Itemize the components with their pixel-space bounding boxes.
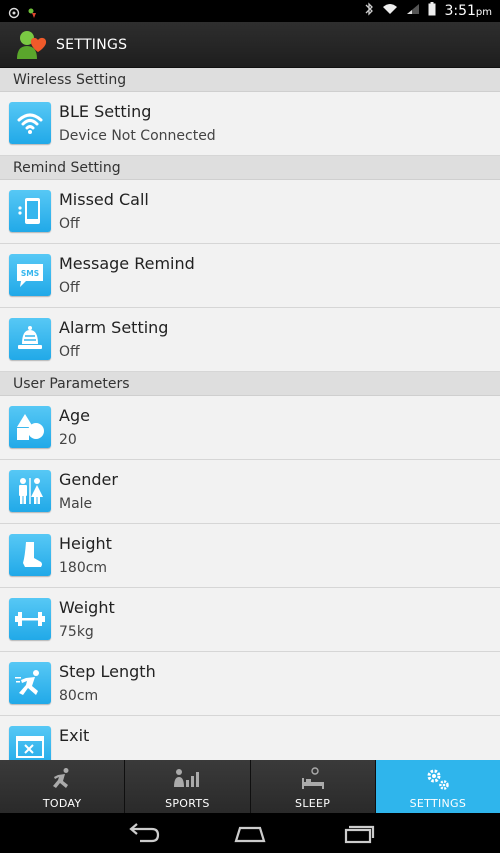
row-title: Alarm Setting xyxy=(59,318,169,337)
phone-icon xyxy=(9,190,51,232)
row-value: 80cm xyxy=(59,688,99,704)
tab-label: TODAY xyxy=(42,797,82,810)
bed-icon xyxy=(299,767,327,791)
row-title: Height xyxy=(59,534,112,553)
wifi-icon xyxy=(9,102,51,144)
shapes-icon xyxy=(9,406,51,448)
exit-row[interactable]: Exit xyxy=(0,716,500,760)
section-header-wireless: Wireless Setting xyxy=(0,68,500,92)
section-header-remind: Remind Setting xyxy=(0,156,500,180)
row-title: Exit xyxy=(59,726,90,745)
app-notification-icon xyxy=(26,4,38,18)
row-title: Step Length xyxy=(59,662,156,681)
signal-icon xyxy=(406,3,420,19)
row-title: Weight xyxy=(59,598,115,617)
alarm-setting-row[interactable]: Alarm Setting Off xyxy=(0,308,500,372)
wifi-status-icon xyxy=(382,3,398,19)
row-title: Missed Call xyxy=(59,190,149,209)
home-icon[interactable] xyxy=(230,821,270,845)
sms-icon: SMS xyxy=(9,254,51,296)
row-value: 180cm xyxy=(59,560,108,576)
row-value: Device Not Connected xyxy=(59,128,216,144)
row-value: Off xyxy=(59,344,80,360)
clock-time: 3:51pm xyxy=(444,3,492,19)
row-title: Age xyxy=(59,406,90,425)
row-value: 20 xyxy=(59,432,77,448)
age-row[interactable]: Age 20 xyxy=(0,396,500,460)
back-icon[interactable] xyxy=(124,821,164,845)
row-title: Gender xyxy=(59,470,118,489)
system-nav-bar xyxy=(0,813,500,853)
tab-today[interactable]: TODAY xyxy=(0,760,126,813)
row-value: 75kg xyxy=(59,624,94,640)
height-row[interactable]: Height 180cm xyxy=(0,524,500,588)
recent-apps-icon[interactable] xyxy=(338,821,378,845)
ble-setting-row[interactable]: BLE Setting Device Not Connected xyxy=(0,92,500,156)
gender-icon xyxy=(9,470,51,512)
bell-icon xyxy=(9,318,51,360)
tab-label: SPORTS xyxy=(165,797,210,810)
page-title: SETTINGS xyxy=(56,36,128,53)
row-title: Message Remind xyxy=(59,254,195,273)
stats-icon xyxy=(173,767,201,791)
boot-icon xyxy=(9,534,51,576)
app-logo-icon[interactable] xyxy=(14,27,50,63)
battery-icon xyxy=(428,2,436,20)
tab-label: SETTINGS xyxy=(409,797,467,810)
dumbbell-icon xyxy=(9,598,51,640)
status-bar: 3:51pm xyxy=(0,0,500,22)
sms-icon-text: SMS xyxy=(21,269,39,278)
row-value: Off xyxy=(59,280,80,296)
weight-row[interactable]: Weight 75kg xyxy=(0,588,500,652)
tab-label: SLEEP xyxy=(295,797,331,810)
section-header-user: User Parameters xyxy=(0,372,500,396)
action-bar: SETTINGS xyxy=(0,22,500,68)
runner-icon xyxy=(48,767,76,791)
tab-settings[interactable]: SETTINGS xyxy=(375,760,500,813)
settings-list[interactable]: Wireless Setting BLE Setting Device Not … xyxy=(0,68,500,760)
step-length-row[interactable]: Step Length 80cm xyxy=(0,652,500,716)
gender-row[interactable]: Gender Male xyxy=(0,460,500,524)
bluetooth-icon xyxy=(364,2,374,20)
row-value: Off xyxy=(59,216,80,232)
tab-sports[interactable]: SPORTS xyxy=(125,760,251,813)
exit-icon xyxy=(9,726,51,760)
row-title: BLE Setting xyxy=(59,102,152,121)
message-remind-row[interactable]: SMS Message Remind Off xyxy=(0,244,500,308)
gears-icon xyxy=(424,767,452,791)
missed-call-row[interactable]: Missed Call Off xyxy=(0,180,500,244)
row-value: Male xyxy=(59,496,93,512)
tab-sleep[interactable]: SLEEP xyxy=(250,760,376,813)
sync-icon xyxy=(8,4,20,19)
runner-icon xyxy=(9,662,51,704)
bottom-tab-bar: TODAY SPORTS SLEEP SETTINGS xyxy=(0,760,500,813)
